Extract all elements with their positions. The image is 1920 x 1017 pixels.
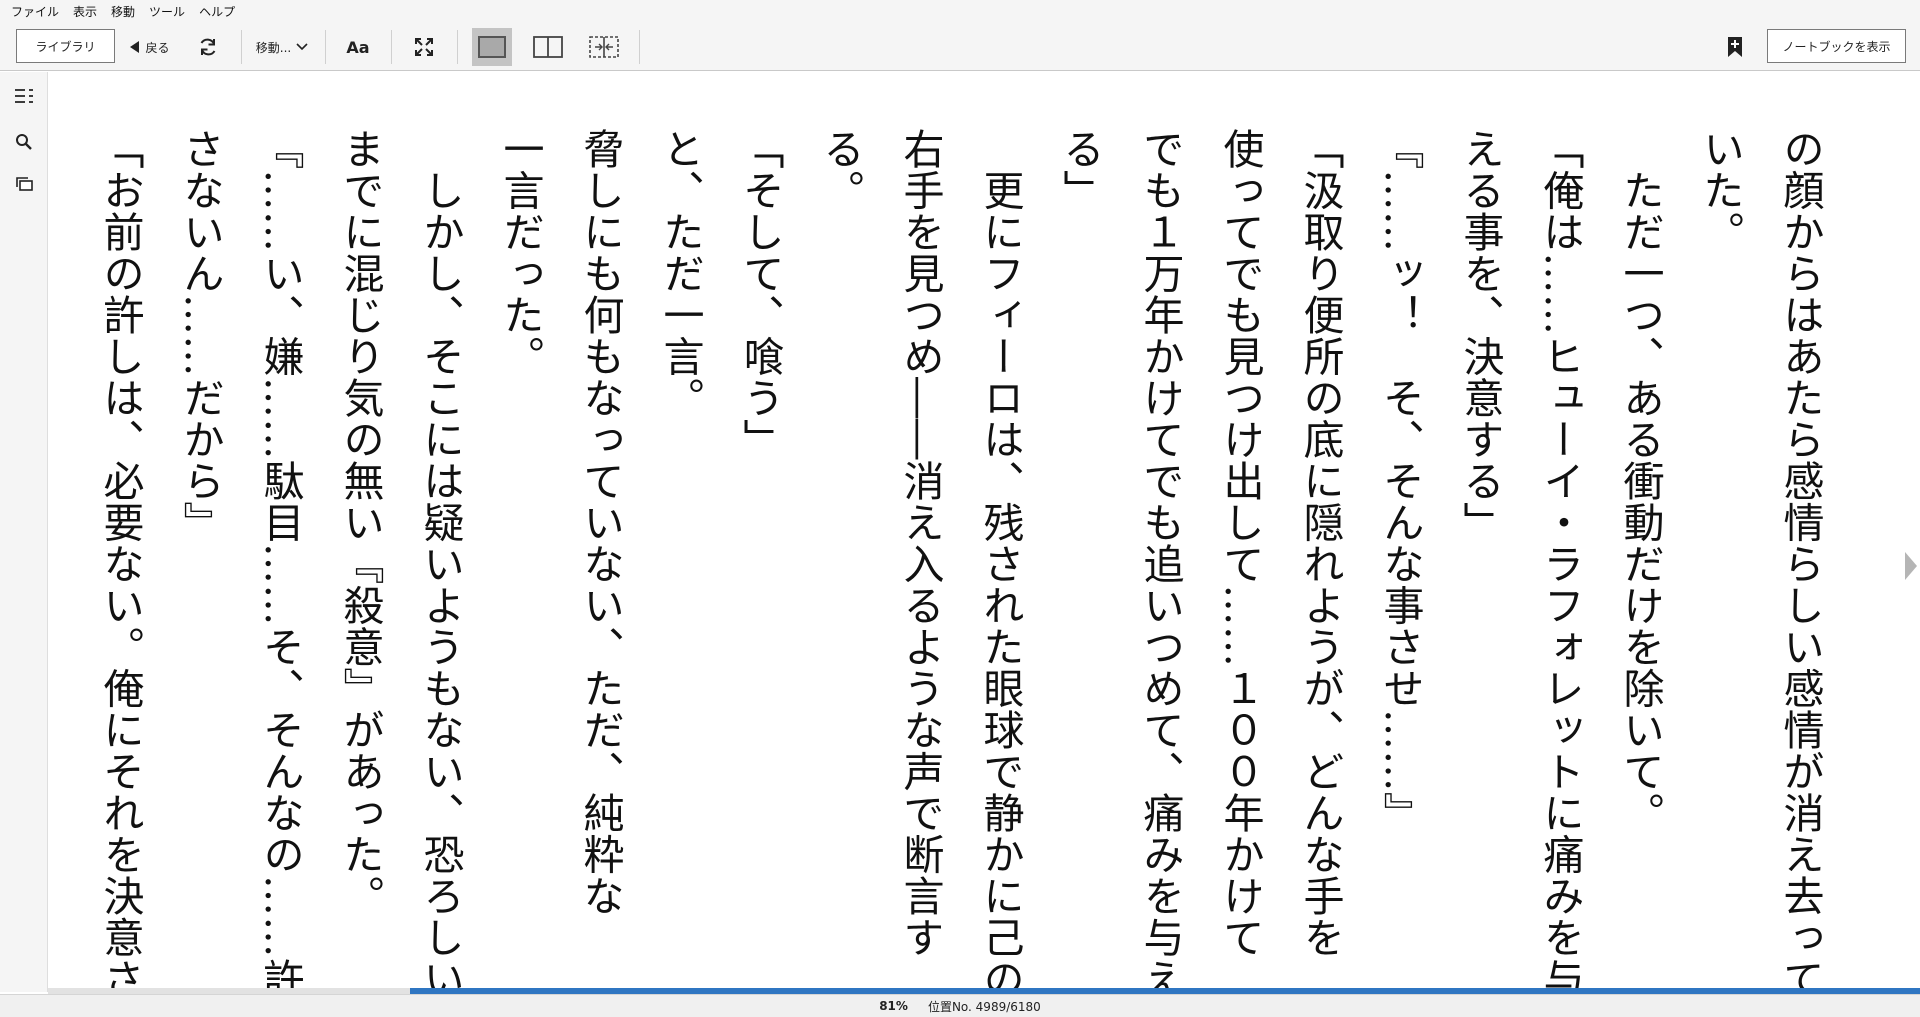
toolbar: ライブラリ 戻る 移動... Aa ノートブックを表示: [0, 22, 1920, 71]
left-sidebar: [0, 72, 48, 992]
goto-label: 移動...: [255, 40, 292, 55]
text-column: 脅しにも何もなっていない、ただ、純粋な: [576, 128, 624, 917]
menu-file[interactable]: ファイル: [4, 3, 66, 20]
text-column: さないん……だから』: [176, 128, 224, 543]
separator: [391, 30, 392, 64]
library-button[interactable]: ライブラリ: [16, 29, 115, 63]
text-column: の顔からはあたら感情らしい感情が消え去って: [1776, 128, 1824, 1000]
toc-icon: [15, 89, 33, 103]
separator: [457, 30, 458, 64]
text-column: ただ一つ、ある衝動だけを除いて。: [1616, 128, 1664, 834]
text-column: と、ただ一言。: [656, 128, 704, 419]
menu-go[interactable]: 移動: [104, 3, 142, 20]
separator: [241, 30, 242, 64]
text-column: 右手を見つめ――消え入るような声で断言す: [896, 128, 944, 958]
text-column: 使ってでも見つけ出して……１００年かけて: [1216, 128, 1264, 958]
fullscreen-icon: [415, 38, 433, 56]
font-settings-label: Aa: [346, 37, 370, 57]
back-arrow-icon: [130, 41, 140, 53]
fullscreen-button[interactable]: [405, 31, 443, 63]
next-page-arrow-icon[interactable]: [1902, 548, 1920, 584]
sync-button[interactable]: [194, 31, 222, 63]
show-notebook-button[interactable]: ノートブックを表示: [1767, 29, 1906, 63]
page-flip-icon: [589, 36, 619, 58]
separator: [639, 30, 640, 64]
library-label: ライブラリ: [35, 39, 96, 54]
search-icon: [16, 134, 32, 150]
chevron-down-icon: [296, 43, 308, 51]
menu-tools[interactable]: ツール: [142, 3, 192, 20]
text-column: しかし、そこには疑いようもない、恐ろしい: [416, 128, 464, 1000]
two-page-icon: [533, 36, 563, 58]
goto-dropdown[interactable]: 移動...: [252, 31, 312, 63]
text-column: る。: [816, 128, 864, 211]
menu-bar: ファイル 表示 移動 ツール ヘルプ: [0, 0, 1920, 22]
add-bookmark-button[interactable]: [1722, 31, 1748, 63]
page-text: の顔からはあたら感情らしい感情が消え去って いた。 ただ一つ、ある衝動だけを除い…: [80, 128, 1840, 1017]
menu-help[interactable]: ヘルプ: [192, 3, 242, 20]
sync-icon: [200, 38, 216, 56]
flashcards-button[interactable]: [12, 172, 36, 196]
text-column: 「俺は……ヒューイ・ラフォレットに痛みを与: [1536, 128, 1584, 1000]
back-label: 戻る: [145, 40, 170, 55]
single-page-view-button[interactable]: [472, 28, 512, 66]
back-button[interactable]: 戻る: [128, 31, 172, 63]
show-notebook-label: ノートブックを表示: [1782, 39, 1891, 54]
text-column: までに混じり気の無い『殺意』があった。: [336, 128, 384, 917]
flashcards-icon: [16, 177, 33, 191]
toc-button[interactable]: [12, 84, 36, 108]
location-indicator: 位置No. 4989/6180: [927, 999, 1041, 1014]
text-column: 『……い、嫌……駄目……そ、そんなの……許: [256, 128, 304, 1000]
text-column: る」: [1056, 128, 1104, 211]
text-column: でも１万年かけてでも追いつめて、痛みを与え: [1136, 128, 1184, 1000]
bookmark-plus-icon: [1728, 37, 1742, 57]
separator: [325, 30, 326, 64]
reading-pane[interactable]: の顔からはあたら感情らしい感情が消え去って いた。 ただ一つ、ある衝動だけを除い…: [60, 72, 1902, 1000]
text-column: いた。: [1696, 128, 1744, 253]
menu-view[interactable]: 表示: [66, 3, 104, 20]
font-settings-button[interactable]: Aa: [338, 31, 378, 63]
text-column: 「そして、喰う」: [736, 128, 784, 460]
status-bar: 81% 位置No. 4989/6180: [0, 994, 1920, 1017]
progress-percent: 81%: [879, 999, 908, 1013]
text-column: 「汲取り便所の底に隠れようが、どんな手を: [1296, 128, 1344, 958]
text-column: 一言だった。: [496, 128, 544, 377]
single-page-icon: [478, 36, 506, 58]
search-button[interactable]: [12, 130, 36, 154]
text-column: 「お前の許しは、必要ない。俺にそれを決意さ: [96, 128, 144, 1000]
text-column: える事を、決意する」: [1456, 128, 1504, 543]
text-column: 『……ッ！ そ、そんな事させ……』: [1376, 128, 1424, 834]
two-page-view-button[interactable]: [528, 28, 568, 66]
text-column: 更にフィーロは、残された眼球で静かに己の: [976, 128, 1024, 1000]
page-flip-button[interactable]: [584, 28, 624, 66]
